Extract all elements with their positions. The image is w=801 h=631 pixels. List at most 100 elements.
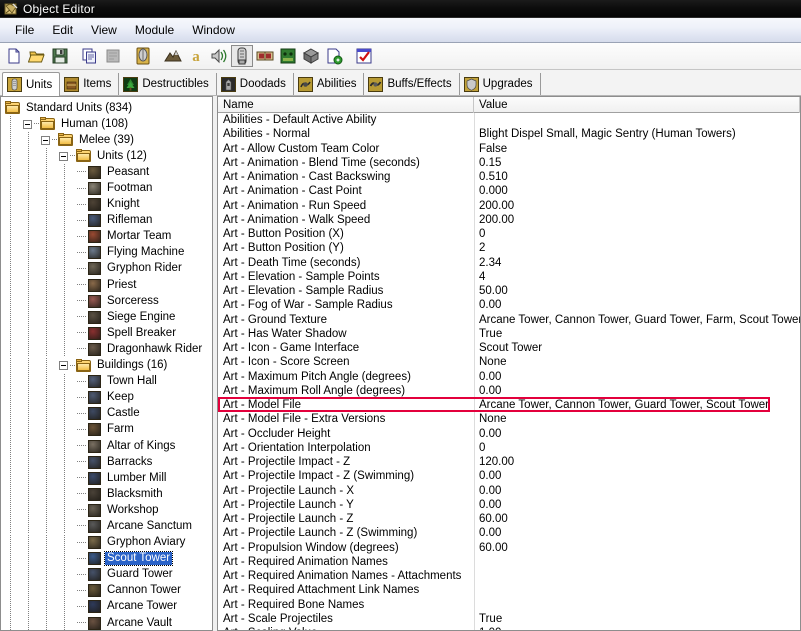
property-row[interactable]: Abilities - Default Active Ability: [218, 113, 800, 127]
property-row[interactable]: Art - Animation - Cast Backswing 0.510: [218, 170, 800, 184]
tree-node[interactable]: Siege Engine: [1, 309, 212, 326]
tree-node[interactable]: Arcane Vault: [1, 615, 212, 630]
new-map-button[interactable]: [3, 45, 25, 67]
paste-button[interactable]: [102, 45, 124, 67]
sound-editor-button[interactable]: a: [185, 45, 207, 67]
property-row[interactable]: Art - Scale Projectiles True: [218, 612, 800, 626]
tree-node[interactable]: Flying Machine: [1, 244, 212, 261]
property-row[interactable]: Art - Fog of War - Sample Radius 0.00: [218, 298, 800, 312]
property-row[interactable]: Art - Maximum Roll Angle (degrees) 0.00: [218, 384, 800, 398]
tab-abilities[interactable]: Abilities: [294, 73, 365, 95]
column-header-name[interactable]: Name: [218, 97, 474, 113]
tree-node[interactable]: Farm: [1, 421, 212, 438]
property-row[interactable]: Art - Icon - Game Interface Scout Tower: [218, 341, 800, 355]
tree-node[interactable]: Gryphon Aviary: [1, 534, 212, 551]
property-row[interactable]: Art - Button Position (X) 0: [218, 227, 800, 241]
tree-node[interactable]: Dragonhawk Rider: [1, 341, 212, 358]
property-row[interactable]: Art - Orientation Interpolation 0: [218, 441, 800, 455]
tab-doodads[interactable]: Doodads: [217, 73, 294, 95]
test-map-button[interactable]: [353, 45, 375, 67]
tree-node[interactable]: Standard Units (834): [1, 100, 212, 116]
tree-node[interactable]: Arcane Tower: [1, 598, 212, 615]
property-row[interactable]: Art - Projectile Launch - Z 60.00: [218, 512, 800, 526]
collapse-toggle-icon[interactable]: [23, 119, 32, 129]
menu-item-edit[interactable]: Edit: [43, 20, 82, 40]
import-manager-button[interactable]: [323, 45, 345, 67]
tree-node[interactable]: Sorceress: [1, 293, 212, 310]
tree-node[interactable]: Buildings (16): [1, 357, 212, 374]
tree-node[interactable]: Knight: [1, 196, 212, 213]
property-row[interactable]: Art - Projectile Impact - Z (Swimming) 0.…: [218, 469, 800, 483]
collapse-toggle-icon[interactable]: [59, 361, 68, 371]
tree-node[interactable]: Altar of Kings: [1, 438, 212, 455]
property-row[interactable]: Art - Maximum Pitch Angle (degrees) 0.00: [218, 370, 800, 384]
property-row[interactable]: Art - Projectile Impact - Z 120.00: [218, 455, 800, 469]
property-row[interactable]: Art - Animation - Walk Speed 200.00: [218, 213, 800, 227]
campaign-editor-button[interactable]: [254, 45, 276, 67]
property-row[interactable]: Art - Required Attachment Link Names: [218, 583, 800, 597]
property-row[interactable]: Art - Icon - Score Screen None: [218, 355, 800, 369]
tree-node[interactable]: Scout Tower: [1, 550, 212, 567]
tree-node[interactable]: Spell Breaker: [1, 325, 212, 342]
tab-destructibles[interactable]: Destructibles: [119, 73, 217, 95]
collapse-toggle-icon[interactable]: [41, 135, 50, 145]
save-map-button[interactable]: [49, 45, 71, 67]
property-row[interactable]: Art - Occluder Height 0.00: [218, 427, 800, 441]
tree-node[interactable]: Guard Tower: [1, 566, 212, 583]
tree-node[interactable]: Cannon Tower: [1, 582, 212, 599]
tab-buffs-effects[interactable]: Buffs/Effects: [364, 73, 460, 95]
tree-node[interactable]: Barracks: [1, 454, 212, 471]
property-row[interactable]: Art - Required Bone Names: [218, 598, 800, 612]
collapse-toggle-icon[interactable]: [59, 151, 68, 161]
property-list-panel[interactable]: Name Value Abilities - Default Active Ab…: [218, 96, 801, 631]
trigger-editor-button[interactable]: [162, 45, 184, 67]
property-row[interactable]: Art - Required Animation Names - Attachm…: [218, 569, 800, 583]
tab-upgrades[interactable]: Upgrades: [460, 73, 541, 95]
property-row[interactable]: Art - Propulsion Window (degrees) 60.00: [218, 541, 800, 555]
menu-item-view[interactable]: View: [82, 20, 126, 40]
property-row[interactable]: Art - Projectile Launch - X 0.00: [218, 484, 800, 498]
tree-node[interactable]: Blacksmith: [1, 486, 212, 503]
tab-units[interactable]: Units: [2, 72, 61, 96]
property-row[interactable]: Art - Projectile Launch - Z (Swimming) 0.…: [218, 526, 800, 540]
tree-node[interactable]: Rifleman: [1, 212, 212, 229]
tree-node[interactable]: Peasant: [1, 164, 212, 181]
property-row[interactable]: Abilities - Normal Blight Dispel Small, M…: [218, 127, 800, 141]
tree-node[interactable]: Mortar Team: [1, 228, 212, 245]
menu-item-module[interactable]: Module: [126, 20, 183, 40]
tree-node[interactable]: Lumber Mill: [1, 470, 212, 487]
property-row[interactable]: Art - Elevation - Sample Radius 50.00: [218, 284, 800, 298]
tab-items[interactable]: Items: [60, 73, 120, 95]
tree-node[interactable]: Units (12): [1, 148, 212, 165]
property-row[interactable]: Art - Ground Texture Arcane Tower, Cannon…: [218, 313, 800, 327]
tree-node[interactable]: Town Hall: [1, 373, 212, 390]
property-row[interactable]: Art - Model File - Extra Versions None: [218, 412, 800, 426]
tree-node[interactable]: Castle: [1, 405, 212, 422]
copy-button[interactable]: [79, 45, 101, 67]
property-row[interactable]: Art - Elevation - Sample Points 4: [218, 270, 800, 284]
object-editor-button[interactable]: [231, 45, 253, 67]
tree-node[interactable]: Priest: [1, 277, 212, 294]
terrain-editor-button[interactable]: [132, 45, 154, 67]
tree-node[interactable]: Melee (39): [1, 132, 212, 149]
property-row[interactable]: Art - Button Position (Y) 2: [218, 241, 800, 255]
object-manager-button[interactable]: [300, 45, 322, 67]
object-tree-panel[interactable]: Standard Units (834) Human (108) Melee (39…: [0, 96, 212, 631]
tree-node[interactable]: Footman: [1, 180, 212, 197]
tree-node[interactable]: Workshop: [1, 502, 212, 519]
tree-node[interactable]: Human (108): [1, 116, 212, 133]
menu-item-file[interactable]: File: [6, 20, 43, 40]
property-row[interactable]: Art - Required Animation Names: [218, 555, 800, 569]
tree-node[interactable]: Arcane Sanctum: [1, 518, 212, 535]
property-row[interactable]: Art - Animation - Blend Time (seconds) 0.…: [218, 156, 800, 170]
property-row[interactable]: Art - Has Water Shadow True: [218, 327, 800, 341]
property-row[interactable]: Art - Animation - Run Speed 200.00: [218, 199, 800, 213]
property-row[interactable]: Art - Model File Arcane Tower, Cannon Tow…: [218, 398, 800, 412]
property-row[interactable]: Art - Projectile Launch - Y 0.00: [218, 498, 800, 512]
property-row[interactable]: Art - Scaling Value1.00: [218, 626, 800, 630]
property-row[interactable]: Art - Animation - Cast Point 0.000: [218, 184, 800, 198]
property-row[interactable]: Art - Death Time (seconds) 2.34: [218, 256, 800, 270]
menu-item-window[interactable]: Window: [183, 20, 244, 40]
column-header-value[interactable]: Value: [474, 97, 800, 113]
property-row[interactable]: Art - Allow Custom Team Color False: [218, 142, 800, 156]
